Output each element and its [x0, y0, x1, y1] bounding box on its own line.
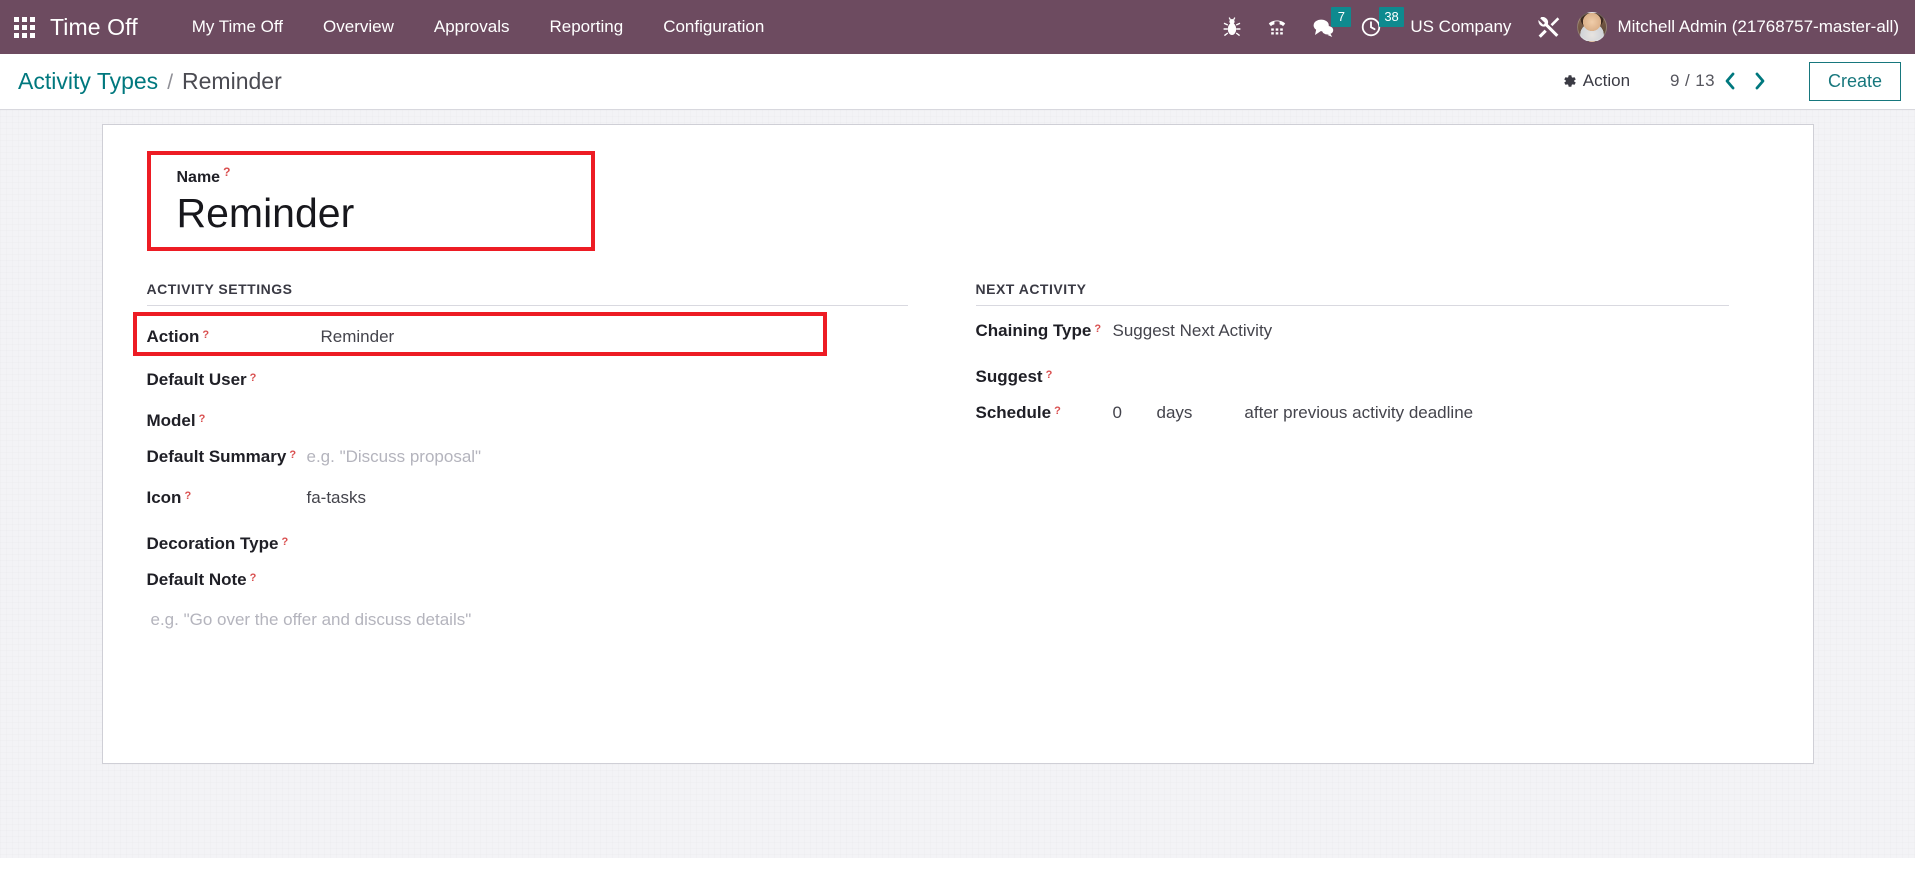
- main-menu: My Time Off Overview Approvals Reporting…: [172, 0, 785, 54]
- field-row-action: Action? Reminder: [132, 312, 827, 357]
- help-icon[interactable]: ?: [281, 536, 288, 548]
- next-activity-title: Next Activity: [975, 281, 1729, 307]
- name-field-label: Name ?: [176, 165, 231, 186]
- field-label-schedule: Schedule?: [975, 403, 1061, 423]
- activity-settings-title: Activity Settings: [146, 281, 908, 307]
- field-label-model: Model?: [146, 411, 206, 431]
- record-pager: 9 / 13: [1670, 64, 1775, 98]
- help-icon[interactable]: ?: [199, 413, 206, 425]
- control-panel: Activity Types / Reminder Action 9 / 13: [0, 54, 1915, 110]
- field-value-icon[interactable]: fa-tasks: [307, 488, 367, 508]
- breadcrumb-current-record: Reminder: [182, 68, 282, 94]
- breadcrumb-separator: /: [167, 71, 174, 94]
- menu-item-overview[interactable]: Overview: [303, 0, 414, 54]
- default-note-editor[interactable]: e.g. "Go over the offer and discuss deta…: [147, 602, 908, 630]
- tools-icon[interactable]: [1525, 0, 1573, 54]
- field-row-default-user: Default User?: [147, 356, 908, 397]
- field-value-chaining-type[interactable]: Suggest Next Activity: [1113, 321, 1273, 341]
- help-icon[interactable]: ?: [289, 449, 296, 461]
- activities-menu[interactable]: 38: [1348, 0, 1404, 54]
- chevron-right-icon[interactable]: [1745, 64, 1775, 98]
- schedule-delay-count[interactable]: 0: [1113, 403, 1157, 423]
- apps-grid-icon[interactable]: [0, 0, 48, 54]
- activities-counter-badge: 38: [1379, 7, 1404, 27]
- field-row-default-summary: Default Summary? e.g. "Discuss proposal": [147, 438, 908, 479]
- schedule-inputs: 0 days after previous activity deadline: [1113, 403, 1474, 423]
- field-label-default-summary: Default Summary?: [146, 447, 297, 467]
- field-row-decoration-type: Decoration Type?: [147, 520, 908, 561]
- action-menu-button[interactable]: Action: [1551, 65, 1640, 97]
- app-brand-title[interactable]: Time Off: [48, 14, 150, 41]
- field-label-suggest: Suggest?: [975, 367, 1053, 387]
- field-value-action[interactable]: Reminder: [321, 327, 395, 347]
- name-field-value[interactable]: Reminder: [177, 189, 575, 237]
- content-area: Name ? Reminder Activity Settings Action…: [0, 110, 1915, 891]
- gear-icon: [1561, 73, 1577, 89]
- menu-item-approvals[interactable]: Approvals: [414, 0, 530, 54]
- phone-dialpad-icon[interactable]: [1254, 0, 1300, 54]
- breadcrumb: Activity Types / Reminder: [18, 68, 282, 95]
- content-bottom-spacer: [0, 858, 1915, 891]
- field-label-action: Action?: [146, 327, 210, 347]
- name-field-group: Name ? Reminder: [146, 151, 595, 252]
- menu-item-reporting[interactable]: Reporting: [529, 0, 643, 54]
- create-button[interactable]: Create: [1808, 61, 1901, 102]
- schedule-delay-from[interactable]: after previous activity deadline: [1244, 403, 1473, 423]
- field-value-default-summary[interactable]: e.g. "Discuss proposal": [307, 447, 482, 467]
- help-icon[interactable]: ?: [184, 490, 191, 502]
- form-columns: Activity Settings Action? Reminder Defau…: [132, 281, 1769, 630]
- help-icon[interactable]: ?: [223, 165, 230, 179]
- help-icon[interactable]: ?: [1094, 323, 1101, 335]
- pager-counter: 9 / 13: [1670, 71, 1715, 91]
- chevron-left-icon[interactable]: [1715, 64, 1745, 98]
- help-icon[interactable]: ?: [250, 372, 257, 384]
- help-icon[interactable]: ?: [1054, 405, 1061, 417]
- field-label-decoration-type: Decoration Type?: [146, 534, 289, 554]
- company-switcher[interactable]: US Company: [1394, 17, 1525, 37]
- messages-menu[interactable]: 7: [1300, 0, 1352, 54]
- field-row-default-note: Default Note?: [147, 561, 908, 602]
- field-row-model: Model?: [147, 397, 908, 438]
- help-icon[interactable]: ?: [202, 329, 209, 341]
- field-label-default-note: Default Note?: [146, 570, 257, 590]
- control-panel-right: Action 9 / 13 Create: [1551, 61, 1901, 102]
- field-row-schedule: Schedule? 0 days after previous activity…: [976, 394, 1729, 435]
- bug-icon[interactable]: [1210, 0, 1254, 54]
- form-sheet-wrapper: Name ? Reminder Activity Settings Action…: [101, 124, 1814, 764]
- user-name-label: Mitchell Admin (21768757-master-all): [1617, 17, 1899, 36]
- field-row-suggest: Suggest?: [976, 353, 1729, 394]
- action-menu-label: Action: [1582, 71, 1631, 91]
- menu-item-my-time-off[interactable]: My Time Off: [172, 0, 303, 54]
- user-menu[interactable]: Mitchell Admin (21768757-master-all): [1573, 12, 1905, 42]
- user-avatar: [1577, 12, 1608, 42]
- systray: 7 38 US Company Mitchell Admin (21768757…: [1210, 0, 1905, 54]
- field-row-icon: Icon? fa-tasks: [147, 479, 908, 520]
- breadcrumb-activity-types[interactable]: Activity Types: [18, 68, 158, 95]
- field-label-default-user: Default User?: [146, 370, 257, 390]
- field-label-chaining-type: Chaining Type?: [975, 321, 1102, 341]
- next-activity-column: Next Activity Chaining Type? Suggest Nex…: [958, 281, 1769, 630]
- activity-settings-column: Activity Settings Action? Reminder Defau…: [132, 281, 958, 630]
- field-label-icon: Icon?: [146, 488, 192, 508]
- form-sheet: Name ? Reminder Activity Settings Action…: [101, 124, 1814, 764]
- field-row-chaining-type: Chaining Type? Suggest Next Activity: [976, 312, 1729, 353]
- clock-icon: [1361, 17, 1381, 37]
- top-navbar: Time Off My Time Off Overview Approvals …: [0, 0, 1915, 54]
- menu-item-configuration[interactable]: Configuration: [643, 0, 784, 54]
- help-icon[interactable]: ?: [1046, 369, 1053, 381]
- help-icon[interactable]: ?: [250, 572, 257, 584]
- schedule-delay-unit[interactable]: days: [1157, 403, 1193, 423]
